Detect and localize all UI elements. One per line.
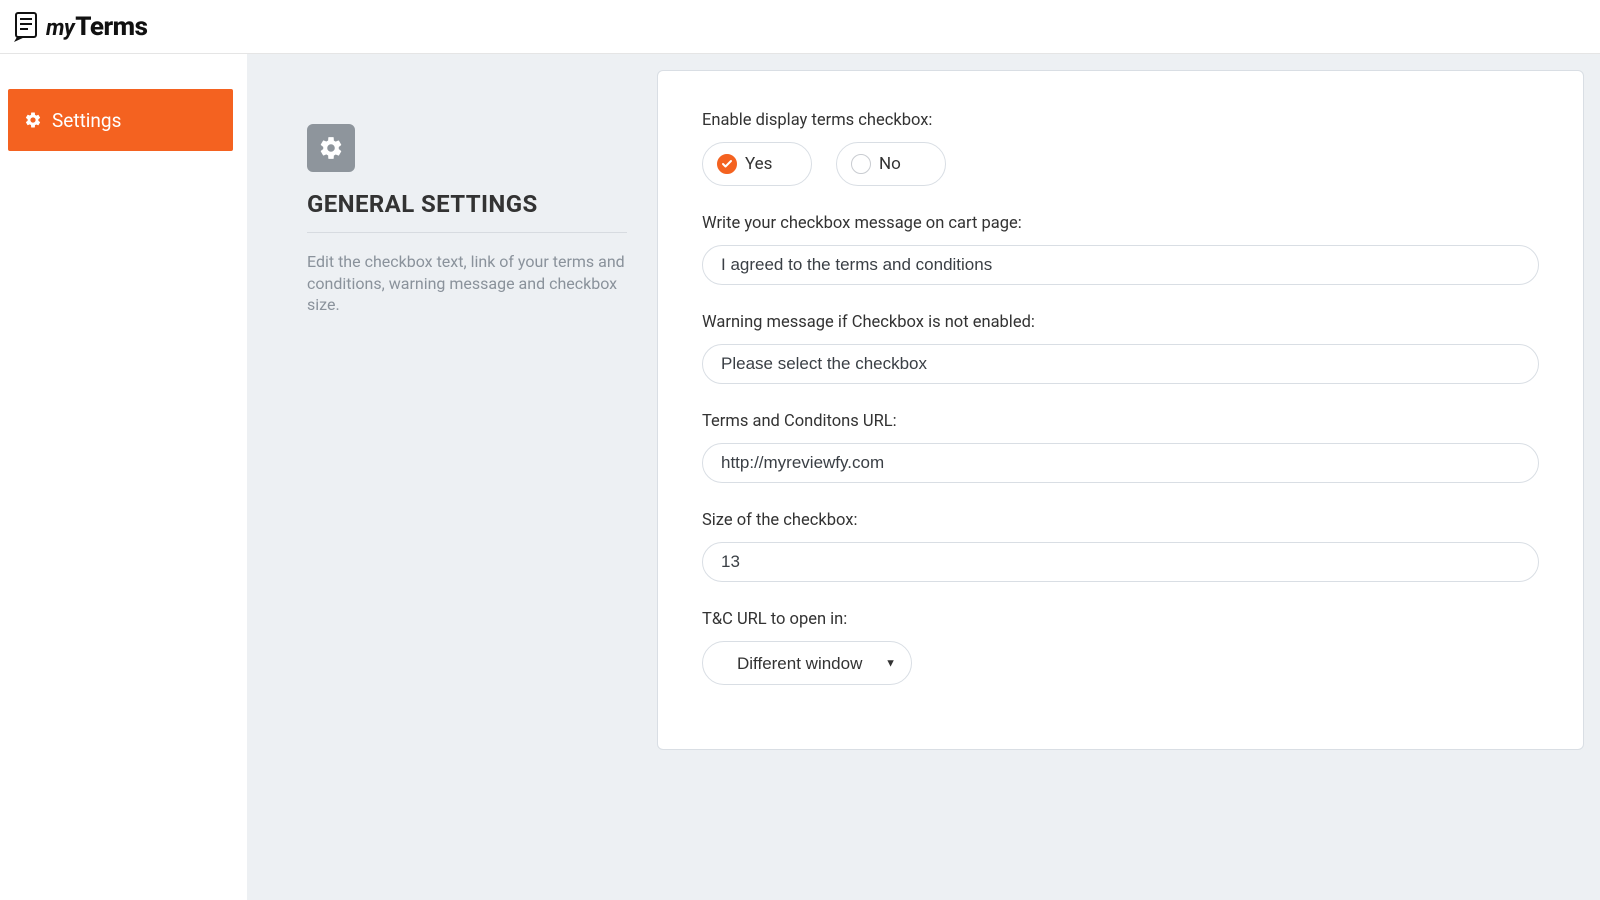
checkbox-size-label: Size of the checkbox: <box>702 511 1539 530</box>
check-icon <box>717 154 737 174</box>
gear-icon <box>307 124 355 172</box>
terms-url-input[interactable] <box>702 443 1539 483</box>
page-description: Edit the checkbox text, link of your ter… <box>307 251 627 316</box>
sidebar: Settings <box>0 54 247 900</box>
intro-column: GENERAL SETTINGS Edit the checkbox text,… <box>307 70 657 884</box>
content-area: GENERAL SETTINGS Edit the checkbox text,… <box>247 54 1600 900</box>
checkbox-message-input[interactable] <box>702 245 1539 285</box>
enable-label: Enable display terms checkbox: <box>702 111 1539 130</box>
sidebar-item-label: Settings <box>52 109 121 132</box>
radio-empty-icon <box>851 154 871 174</box>
open-in-label: T&C URL to open in: <box>702 610 1539 629</box>
document-icon <box>14 12 40 42</box>
checkbox-size-input[interactable] <box>702 542 1539 582</box>
settings-card: Enable display terms checkbox: Yes No <box>657 70 1584 750</box>
enable-option-yes[interactable]: Yes <box>702 142 812 186</box>
sidebar-item-settings[interactable]: Settings <box>8 89 233 151</box>
open-in-select[interactable]: Different window <box>702 641 912 685</box>
checkbox-message-label: Write your checkbox message on cart page… <box>702 214 1539 233</box>
warning-label: Warning message if Checkbox is not enabl… <box>702 313 1539 332</box>
terms-url-label: Terms and Conditons URL: <box>702 412 1539 431</box>
divider <box>307 232 627 233</box>
radio-label: No <box>879 154 901 174</box>
app-header: myTerms <box>0 0 1600 54</box>
gear-icon <box>24 111 42 129</box>
warning-input[interactable] <box>702 344 1539 384</box>
enable-option-no[interactable]: No <box>836 142 946 186</box>
logo-text: myTerms <box>46 12 147 42</box>
app-logo: myTerms <box>14 12 147 42</box>
page-title: GENERAL SETTINGS <box>307 190 627 218</box>
enable-radio-group: Yes No <box>702 142 1539 186</box>
radio-label: Yes <box>745 154 772 174</box>
